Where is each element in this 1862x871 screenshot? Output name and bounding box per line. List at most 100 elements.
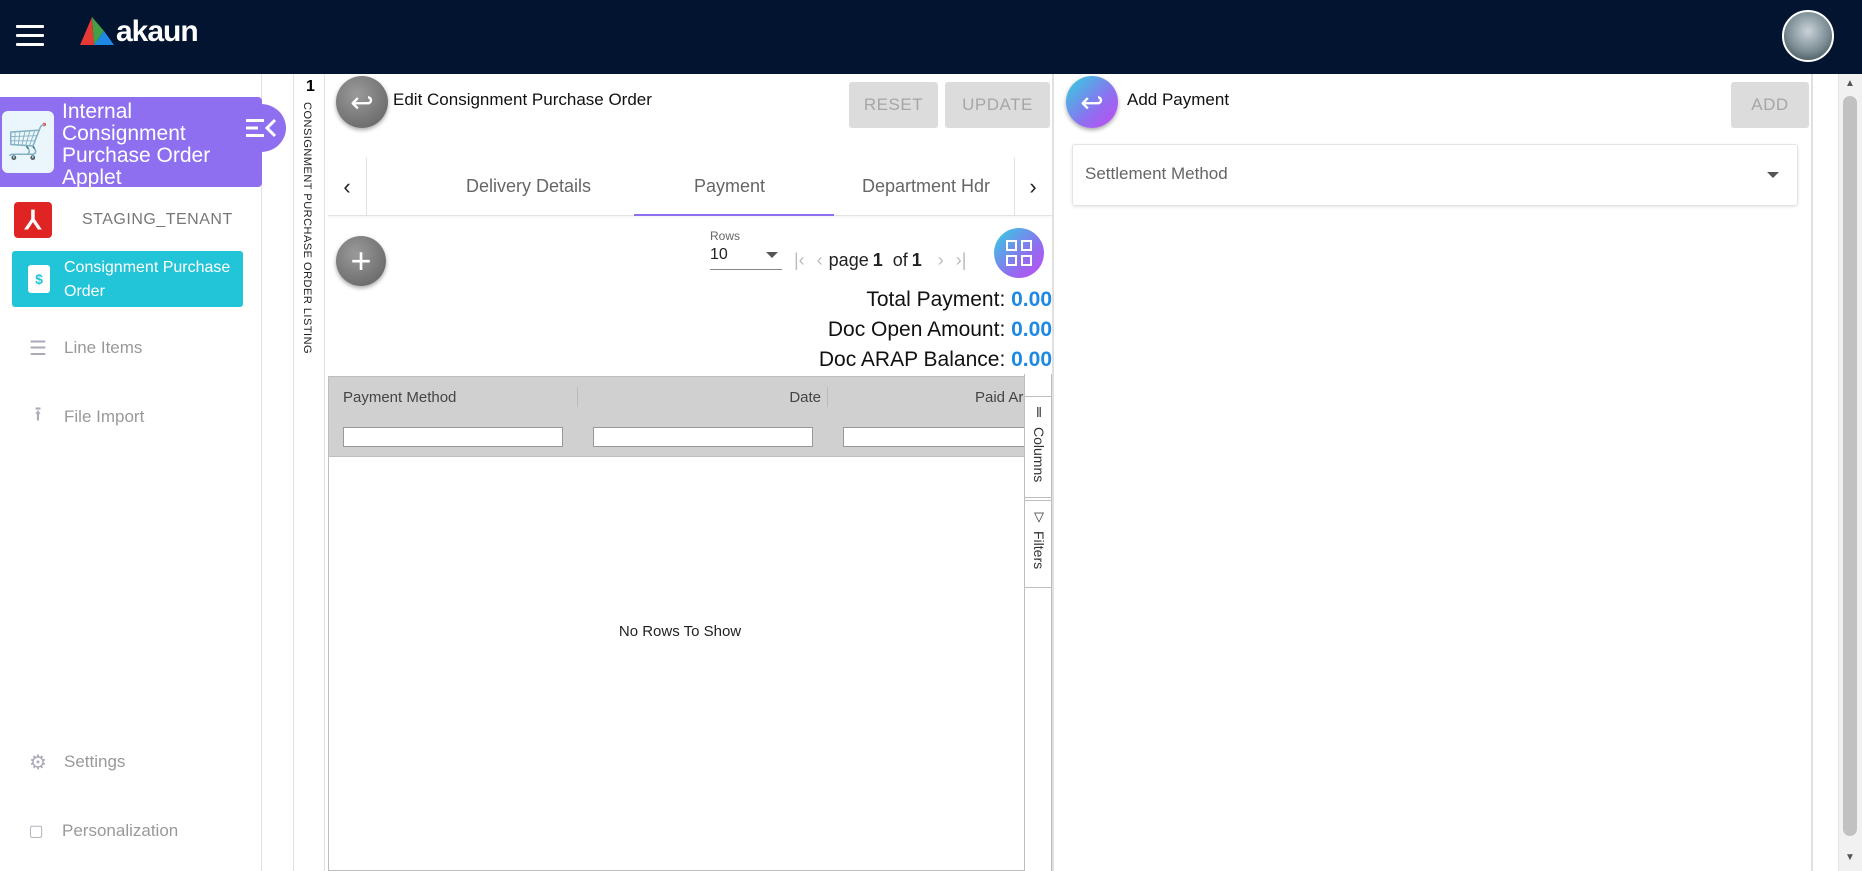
cart-icon: 🛒 [2,111,54,173]
collapse-sidebar-button[interactable] [236,104,286,152]
add-button[interactable]: ADD [1731,82,1809,128]
caret-down-icon [766,252,778,258]
paid-amount-filter-input[interactable] [843,427,1031,447]
total-payment-label: Total Payment: [866,288,1006,311]
user-avatar[interactable] [1782,10,1834,62]
add-row-button[interactable]: + [336,236,386,286]
scrollbar-thumb[interactable] [1843,96,1857,836]
panel-edge [1811,74,1813,871]
sidebar-item-label: Personalization [62,821,179,840]
sidebar-item-line-items[interactable]: ☰ Line Items [26,336,142,360]
scroll-down-icon[interactable]: ▼ [1845,852,1855,863]
grid-side-bar: ⦀ Columns ▽ Filters [1024,374,1053,871]
tenant-name: STAGING_TENANT [82,211,233,228]
sidebar-item-label: File Import [64,407,145,426]
sidebar-item-file-import[interactable]: ⭱ File Import [26,404,145,429]
column-separator[interactable] [577,387,578,407]
applet-title: Internal Consignment Purchase Order Appl… [62,100,211,189]
payment-grid: Payment Method Date Paid Ar No Rows To S… [328,376,1032,871]
last-page-icon[interactable]: ›| [956,250,967,271]
column-header-payment-method[interactable]: Payment Method [343,389,456,406]
settlement-method-select[interactable]: Settlement Method [1072,144,1798,206]
current-page: 1 [872,250,883,270]
tenant-switcher[interactable]: ⅄ STAGING_TENANT [14,202,233,238]
menu-icon[interactable] [16,25,44,47]
payment-method-filter-input[interactable] [343,427,563,447]
sidebar-item-settings[interactable]: ⚙ Settings [26,750,125,774]
scroll-up-icon[interactable]: ▲ [1845,78,1855,89]
rows-label: Rows [710,229,741,243]
first-page-icon[interactable]: |‹ [794,250,805,271]
plus-icon: + [350,240,372,281]
doc-open-amount: Doc Open Amount: 0.00 [828,318,1052,342]
filters-tool-label: Filters [1031,531,1047,570]
listing-label: CONSIGNMENT PURCHASE ORDER LISTING [301,102,313,355]
doc-open-amount-label: Doc Open Amount: [827,318,1006,341]
filter-icon: ▽ [1034,509,1044,524]
grid-view-icon [1006,240,1032,266]
caret-down-icon [1767,172,1779,178]
tab-scroll-right-button[interactable]: › [1014,158,1052,216]
rows-per-page-select[interactable]: 10 [710,246,782,270]
settlement-method-placeholder: Settlement Method [1085,164,1228,183]
listing-strip[interactable]: 1 CONSIGNMENT PURCHASE ORDER LISTING [293,74,325,871]
date-filter-input[interactable] [593,427,813,447]
next-page-icon[interactable]: › [938,250,944,271]
tab-payment[interactable]: Payment [694,176,765,197]
sidebar-item-personalization[interactable]: ▢ Personalization [24,819,178,843]
column-separator[interactable] [827,387,828,407]
listing-count: 1 [306,78,315,95]
applet-header: 🛒 Internal Consignment Purchase Order Ap… [0,97,262,189]
doc-open-amount-value: 0.00 [1011,318,1052,341]
tab-scroll-left-button[interactable]: ‹ [328,158,366,216]
rows-per-page-value: 10 [710,246,728,263]
logo-icon [80,17,114,45]
sidebar-item-consignment-purchase-order[interactable]: $ Consignment Purchase Order [12,251,243,307]
columns-tool-tab[interactable]: ⦀ Columns [1025,396,1053,498]
back-button[interactable]: ↩ [336,76,388,128]
tab-department-hdr[interactable]: Department Hdr [862,176,990,197]
active-tab-indicator [634,214,834,216]
add-payment-title: Add Payment [1127,90,1230,109]
sidebar-item-label: Line Items [64,338,143,357]
list-icon: ☰ [29,337,47,360]
document-dollar-icon: $ [28,265,50,293]
brand-name: akaun [116,15,199,48]
previous-page-icon[interactable]: ‹ [817,250,823,271]
doc-arap-balance-value: 0.00 [1011,348,1052,371]
top-bar: akaun [0,0,1862,74]
filters-tool-tab[interactable]: ▽ Filters [1025,500,1053,588]
doc-arap-balance-label: Doc ARAP Balance: [818,348,1006,371]
edit-panel: ↩ Edit Consignment Purchase Order RESET … [326,74,1052,871]
pagination: |‹ ‹ page 1 of 1 › ›| [788,250,972,271]
of-word: of [892,250,908,270]
tenant-logo-icon: ⅄ [14,202,52,238]
columns-tool-label: Columns [1031,427,1047,483]
tab-delivery-details[interactable]: Delivery Details [466,176,591,197]
update-button[interactable]: UPDATE [945,82,1050,128]
gear-icon: ⚙ [29,751,47,774]
add-payment-back-button[interactable]: ↩ [1066,76,1118,128]
view-toggle-button[interactable] [994,228,1044,278]
columns-icon: ⦀ [1036,405,1042,420]
brand-logo[interactable]: akaun [80,15,199,49]
total-payment: Total Payment: 0.00 [866,288,1052,312]
reply-arrow-icon: ↩ [350,86,374,118]
doc-arap-balance: Doc ARAP Balance: 0.00 [819,348,1052,372]
reply-arrow-icon: ↩ [1080,86,1104,118]
chevron-right-icon: › [1029,174,1037,199]
page-scrollbar[interactable]: ▲ ▼ [1838,74,1862,871]
tab-bar: ‹ Delivery Details Payment Department Hd… [328,158,1052,216]
grid-header: Payment Method Date Paid Ar [329,377,1031,457]
column-header-paid-amount[interactable]: Paid Ar [975,389,1023,406]
edit-panel-title: Edit Consignment Purchase Order [393,90,652,109]
sidebar: 🛒 Internal Consignment Purchase Order Ap… [0,74,286,871]
total-payment-value: 0.00 [1011,288,1052,311]
total-pages: 1 [911,250,922,270]
page-word: page [828,250,869,270]
column-header-date[interactable]: Date [781,389,821,406]
reset-button[interactable]: RESET [849,82,938,128]
sidebar-item-label: Consignment Purchase Order [64,259,231,300]
upload-icon: ⭱ [34,404,42,426]
add-payment-panel: ↩ Add Payment ADD Settlement Method [1054,74,1812,871]
